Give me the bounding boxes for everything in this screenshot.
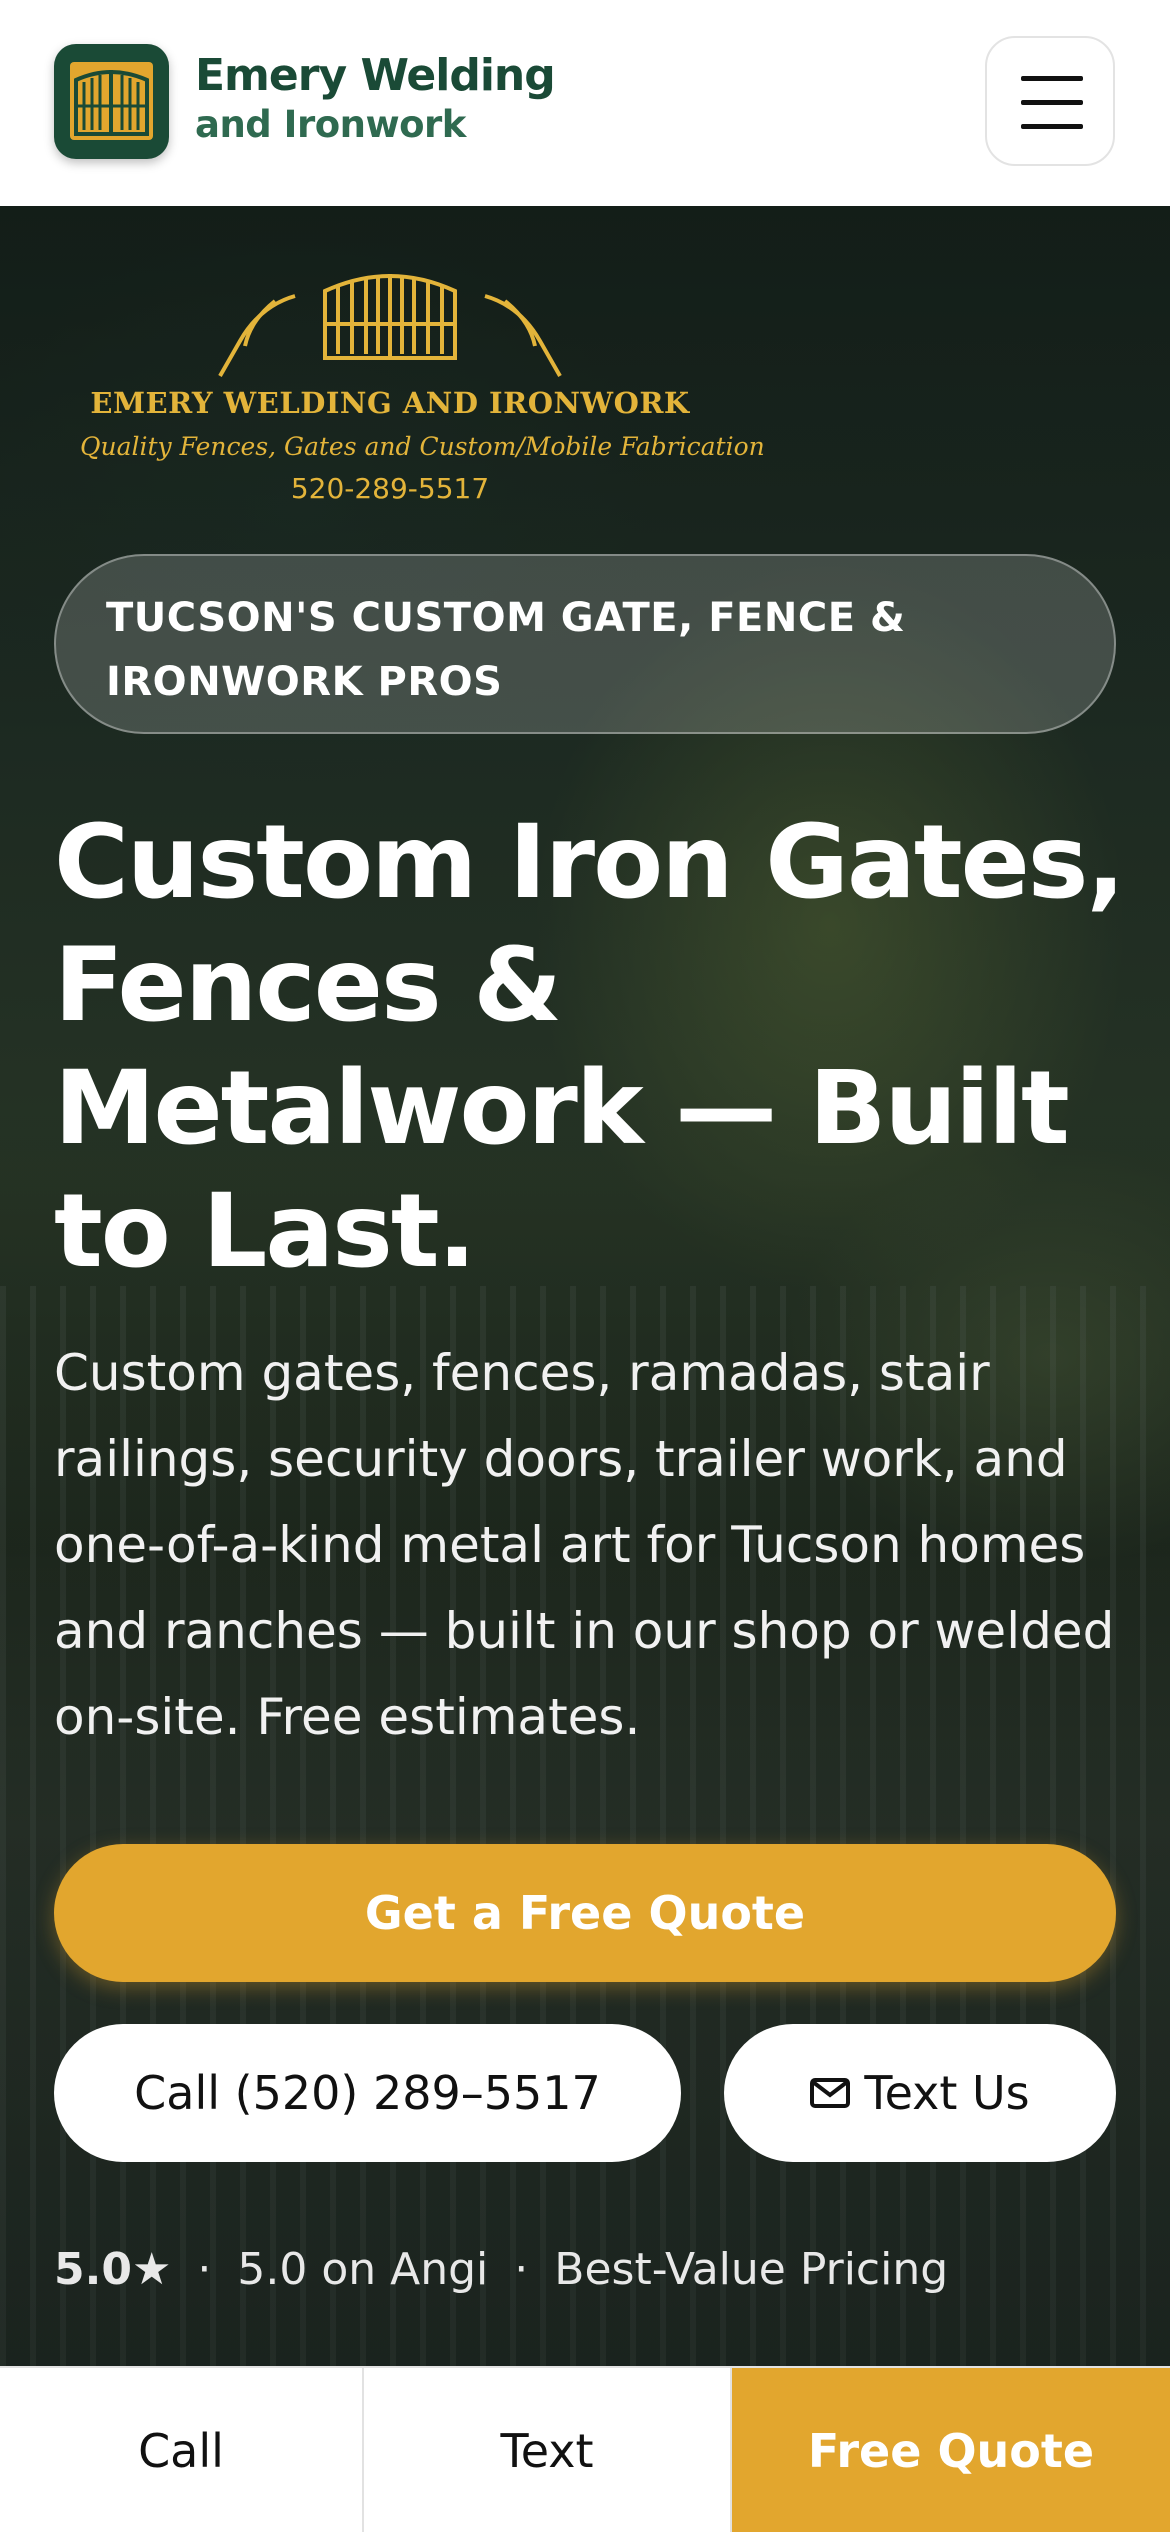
bottom-call-button[interactable]: Call [0, 2368, 364, 2532]
logo-phone: 520-289-5517 [290, 472, 490, 505]
gate-emblem-icon [218, 274, 562, 377]
rating-score: 5.0★ [54, 2244, 172, 2295]
hero-description: Custom gates, fences, ramadas, stair rai… [54, 1344, 1115, 1746]
hamburger-menu-icon [1021, 76, 1083, 81]
brand-name[interactable]: Emery Welding [195, 50, 556, 101]
call-phone-button[interactable]: Call (520) 289–5517 [54, 2024, 681, 2162]
hero-headline: Custom Iron Gates, Fences & Metalwork — … [54, 803, 1125, 1291]
sticky-action-bar: Call Text Free Quote [0, 2366, 1170, 2532]
ratings-row: 5.0★ · 5.0 on Angi · Best-Value Pricing [54, 2244, 1134, 2295]
brand-subtitle[interactable]: and Ironwork [195, 103, 466, 146]
hero-section: EMERY WELDING AND IRONWORK Quality Fence… [0, 206, 1170, 2366]
bottom-text-button[interactable]: Text [364, 2368, 732, 2532]
get-free-quote-button[interactable]: Get a Free Quote [54, 1844, 1116, 1982]
text-us-label: Text Us [864, 2066, 1030, 2120]
company-logo: EMERY WELDING AND IRONWORK Quality Fence… [80, 246, 765, 526]
mail-icon [810, 2078, 851, 2108]
site-header: Emery Welding and Ironwork [0, 0, 1170, 206]
logo-tagline: Quality Fences, Gates and Custom/Mobile … [80, 432, 765, 461]
pricing-badge: Best-Value Pricing [554, 2244, 949, 2295]
gate-logo-icon[interactable] [54, 44, 169, 159]
menu-button[interactable] [985, 36, 1115, 166]
text-us-button[interactable]: Text Us [724, 2024, 1116, 2162]
rating-separator: · [197, 2244, 212, 2295]
bottom-free-quote-button[interactable]: Free Quote [732, 2368, 1170, 2532]
logo-company-title: EMERY WELDING AND IRONWORK [90, 386, 690, 420]
hero-badge: TUCSON'S CUSTOM GATE, FENCE & IRONWORK P… [54, 554, 1116, 734]
rating-separator: · [514, 2244, 529, 2295]
angi-rating: 5.0 on Angi [237, 2244, 489, 2295]
hero-badge-text: TUCSON'S CUSTOM GATE, FENCE & IRONWORK P… [106, 595, 906, 705]
